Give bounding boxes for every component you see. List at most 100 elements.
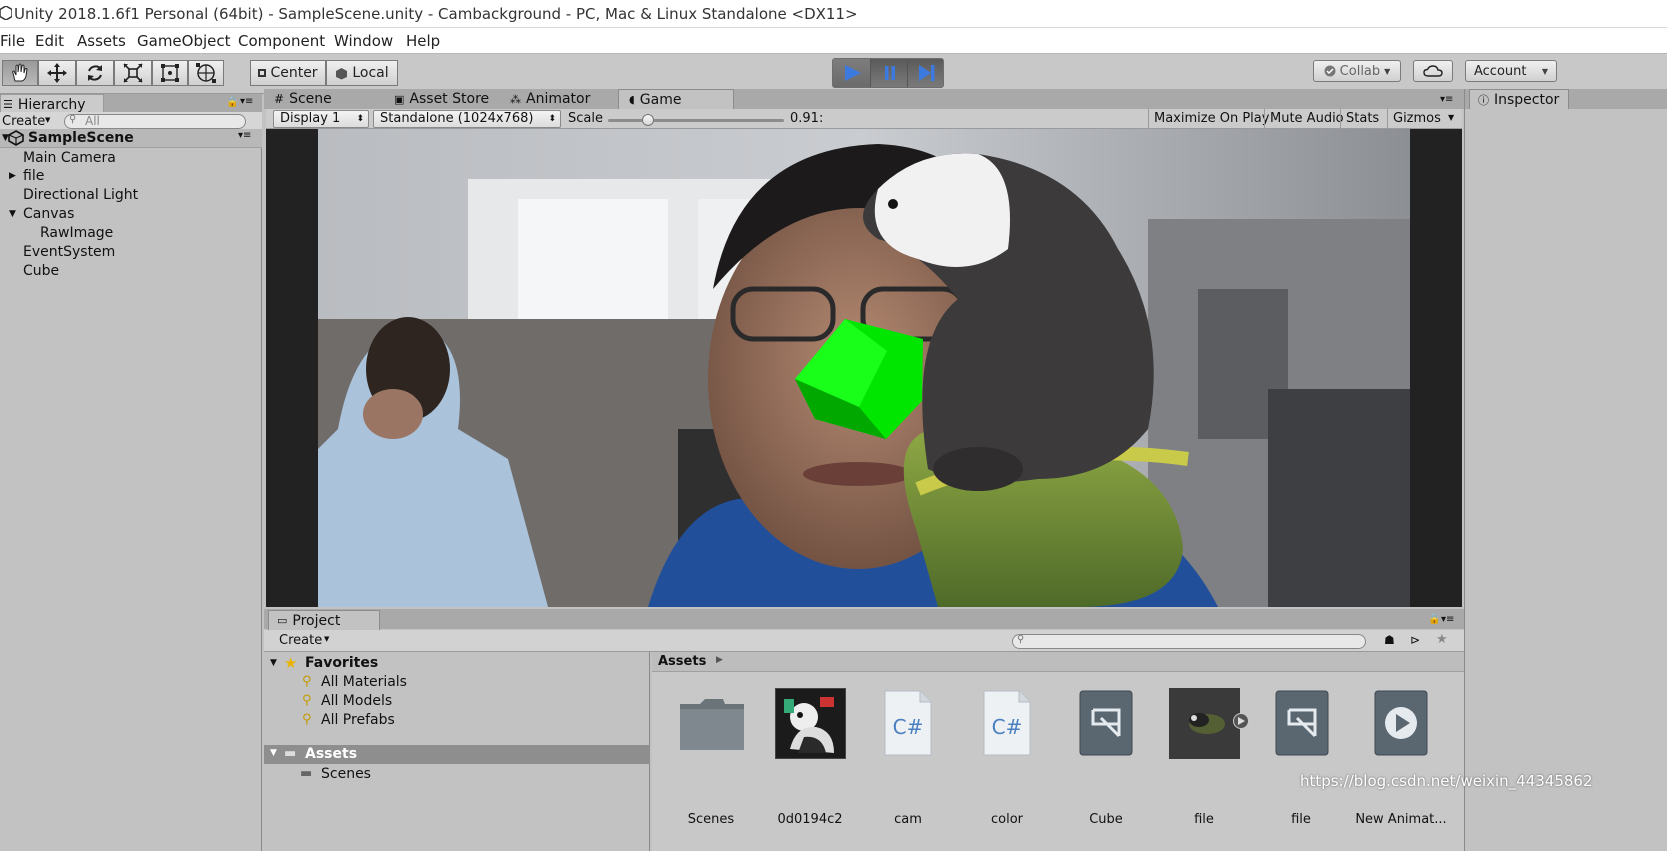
- folder-scenes[interactable]: Scenes: [321, 766, 371, 782]
- maximize-on-play-toggle[interactable]: Maximize On Play: [1148, 109, 1274, 129]
- favorite-all-models[interactable]: All Models: [321, 693, 392, 709]
- pivot-center-label: Center: [270, 65, 318, 81]
- hierarchy-item-canvas[interactable]: Canvas: [23, 206, 74, 222]
- rotate-tool-button[interactable]: [76, 60, 114, 86]
- menu-gameobject[interactable]: GameObject: [137, 32, 231, 50]
- tab-project[interactable]: ▭ Project: [268, 610, 380, 630]
- menu-edit[interactable]: Edit: [35, 32, 64, 50]
- menu-component[interactable]: Component: [238, 32, 325, 50]
- lock-icon[interactable]: 🔒: [226, 97, 238, 108]
- menu-window[interactable]: Window: [334, 32, 393, 50]
- animation-clip-icon: [1374, 690, 1428, 756]
- display-dropdown-arrow-icon: ⬍: [356, 114, 364, 124]
- asset-tile-0d0194c2[interactable]: [775, 688, 846, 759]
- hierarchy-search-field[interactable]: ⚲ All: [64, 114, 246, 129]
- asset-tile-file-prefab[interactable]: [1275, 690, 1329, 756]
- hand-tool-button[interactable]: [2, 60, 38, 86]
- tab-asset-store-label: Asset Store: [409, 91, 490, 107]
- transform-tool-button[interactable]: [188, 60, 224, 86]
- project-lock-icon[interactable]: 🔒: [1428, 614, 1440, 625]
- hierarchy-item-rawimage[interactable]: RawImage: [40, 225, 113, 241]
- asset-tile-cam[interactable]: C#: [884, 690, 932, 756]
- favorites-label[interactable]: Favorites: [305, 655, 378, 671]
- tab-hierarchy[interactable]: ☰ Hierarchy: [0, 94, 104, 114]
- stats-toggle[interactable]: Stats: [1340, 109, 1384, 129]
- project-create-button[interactable]: Create: [279, 633, 322, 648]
- hierarchy-item-cube[interactable]: Cube: [23, 263, 59, 279]
- scale-tool-button[interactable]: [114, 60, 152, 86]
- move-tool-button[interactable]: [38, 60, 76, 86]
- hierarchy-item-eventsystem[interactable]: EventSystem: [23, 244, 115, 260]
- project-panel-menu-icon[interactable]: ▾≡: [1441, 614, 1454, 625]
- assets-folder-row-selected[interactable]: ▼ ▬ Assets: [264, 745, 650, 764]
- tab-animator[interactable]: ⁂ Animator: [510, 89, 590, 109]
- assets-expand-icon[interactable]: ▼: [270, 748, 277, 758]
- menu-help[interactable]: Help: [406, 32, 440, 50]
- check-icon: [1324, 65, 1336, 77]
- collab-button[interactable]: Collab ▼: [1313, 60, 1401, 82]
- scale-value: 0.91:: [790, 111, 824, 126]
- tab-scene[interactable]: # Scene: [274, 89, 332, 109]
- breadcrumb-arrow-icon: ▶: [716, 655, 723, 665]
- rect-tool-button[interactable]: [152, 60, 188, 86]
- expand-model-button[interactable]: [1233, 713, 1249, 729]
- tab-asset-store[interactable]: ▣ Asset Store: [394, 89, 489, 109]
- asset-label-new-animation: New Animat...: [1355, 812, 1447, 827]
- hierarchy-item-directional-light[interactable]: Directional Light: [23, 187, 138, 203]
- asset-tile-file-model[interactable]: [1169, 688, 1240, 759]
- pivot-center-toggle[interactable]: Center: [250, 60, 326, 86]
- scene-menu-icon[interactable]: ▾≡: [238, 130, 251, 141]
- collapsed-triangle-icon[interactable]: ▶: [9, 171, 16, 181]
- pause-icon: [884, 66, 895, 80]
- favorite-all-prefabs[interactable]: All Prefabs: [321, 712, 395, 728]
- play-button[interactable]: [833, 59, 871, 87]
- hierarchy-item-file[interactable]: file: [23, 168, 44, 184]
- hierarchy-create-button[interactable]: Create: [2, 114, 45, 129]
- filter-by-label-icon[interactable]: ⊳: [1410, 633, 1420, 647]
- mute-audio-toggle[interactable]: Mute Audio: [1264, 109, 1349, 129]
- image-thumbnail-icon: [776, 689, 845, 758]
- breadcrumb-assets[interactable]: Assets: [658, 654, 706, 669]
- center-panel-menu-icon[interactable]: ▾≡: [1440, 94, 1453, 105]
- tab-game[interactable]: ◖ Game: [618, 89, 734, 109]
- filter-by-type-icon[interactable]: ☗: [1384, 633, 1395, 647]
- favorite-all-materials[interactable]: All Materials: [321, 674, 407, 690]
- game-viewport[interactable]: [266, 129, 1462, 607]
- pivot-local-toggle[interactable]: Local: [326, 60, 398, 86]
- gizmos-toggle[interactable]: Gizmos: [1387, 109, 1446, 129]
- asset-tile-new-animation[interactable]: [1374, 690, 1428, 756]
- asset-tile-color[interactable]: C#: [983, 690, 1031, 756]
- asset-tile-cube[interactable]: [1079, 690, 1133, 756]
- favorites-expand-icon[interactable]: ▼: [270, 658, 277, 668]
- cloud-button[interactable]: [1413, 60, 1453, 82]
- scale-slider-track[interactable]: [608, 114, 784, 126]
- assets-folder-icon: ▬: [284, 746, 297, 761]
- account-button[interactable]: Account ▼: [1465, 60, 1557, 82]
- scale-slider-thumb[interactable]: [642, 114, 655, 126]
- project-search-field[interactable]: ⚲: [1012, 634, 1366, 649]
- tab-inspector[interactable]: ⓘ Inspector: [1469, 89, 1569, 109]
- pause-button[interactable]: [870, 59, 908, 87]
- step-button[interactable]: [907, 59, 945, 87]
- menu-assets[interactable]: Assets: [77, 32, 126, 50]
- expanded-triangle-icon[interactable]: ▼: [9, 209, 16, 219]
- panel-menu-icon[interactable]: ▾≡: [240, 96, 253, 107]
- favorite-star-icon[interactable]: ★: [1436, 632, 1448, 647]
- project-toolbar: Create ▼ ⚲ ☗ ⊳ ★: [264, 630, 1464, 652]
- scenes-folder-icon: ▬: [300, 766, 313, 781]
- asset-tile-scenes[interactable]: [678, 696, 746, 752]
- display-dropdown[interactable]: Display 1 ⬍: [273, 110, 369, 128]
- info-icon: ⓘ: [1478, 93, 1489, 107]
- scene-name: SampleScene: [28, 130, 134, 146]
- scene-header-row[interactable]: ▼ SampleScene ▾≡: [0, 129, 262, 148]
- asset-label-scenes: Scenes: [687, 812, 735, 827]
- main-toolbar: Center Local Collab ▼ Account ▼: [0, 54, 1667, 94]
- hierarchy-item-main-camera[interactable]: Main Camera: [23, 150, 116, 166]
- asset-label-file-model: file: [1194, 812, 1214, 827]
- menu-file[interactable]: File: [0, 32, 25, 50]
- scale-icon: [123, 63, 143, 83]
- model-icon: [1169, 688, 1240, 759]
- gizmos-dropdown-arrow-icon[interactable]: ▼: [1448, 113, 1454, 122]
- inspector-tab-label: Inspector: [1494, 91, 1560, 108]
- resolution-dropdown[interactable]: Standalone (1024x768) ⬍: [373, 110, 561, 128]
